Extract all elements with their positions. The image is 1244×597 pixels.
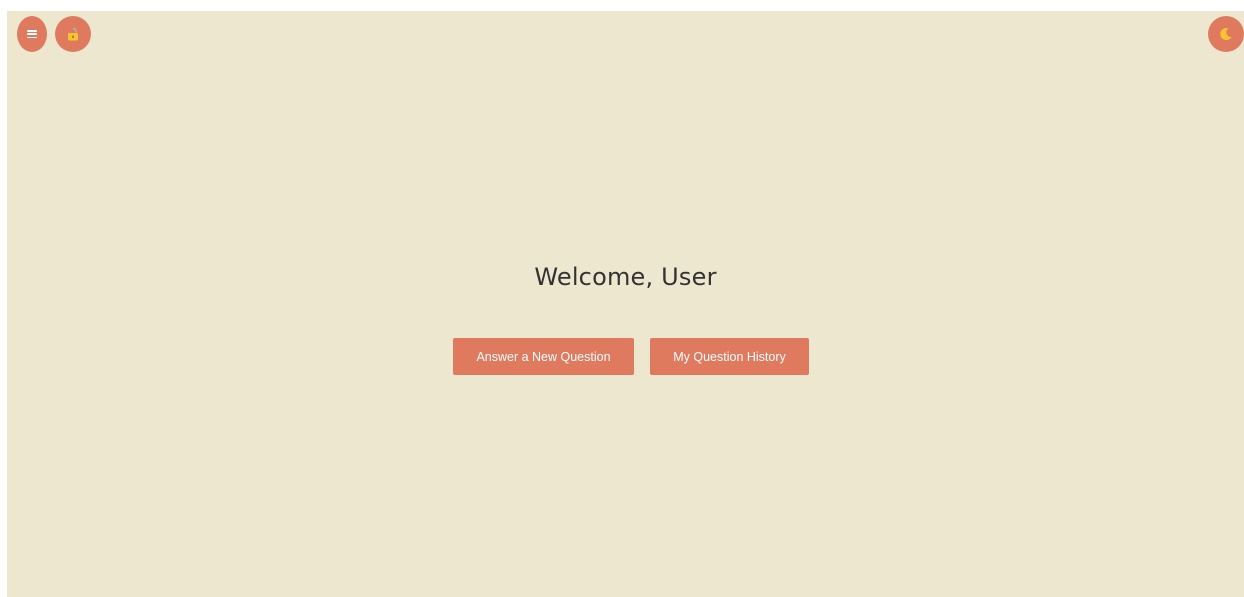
answer-new-question-button[interactable]: Answer a New Question [453,338,634,375]
app-viewport: Welcome, User Answer a New Question My Q… [7,11,1244,597]
menu-button[interactable] [17,16,47,52]
question-history-button[interactable]: My Question History [650,338,809,375]
welcome-heading: Welcome, User [534,263,717,291]
action-buttons: Answer a New Question My Question Histor… [453,338,809,375]
crescent-moon-icon [1220,28,1232,41]
hamburger-icon [27,30,37,38]
open-lock-icon [68,27,78,41]
theme-toggle-button[interactable] [1208,16,1244,52]
lock-button[interactable] [55,16,91,52]
